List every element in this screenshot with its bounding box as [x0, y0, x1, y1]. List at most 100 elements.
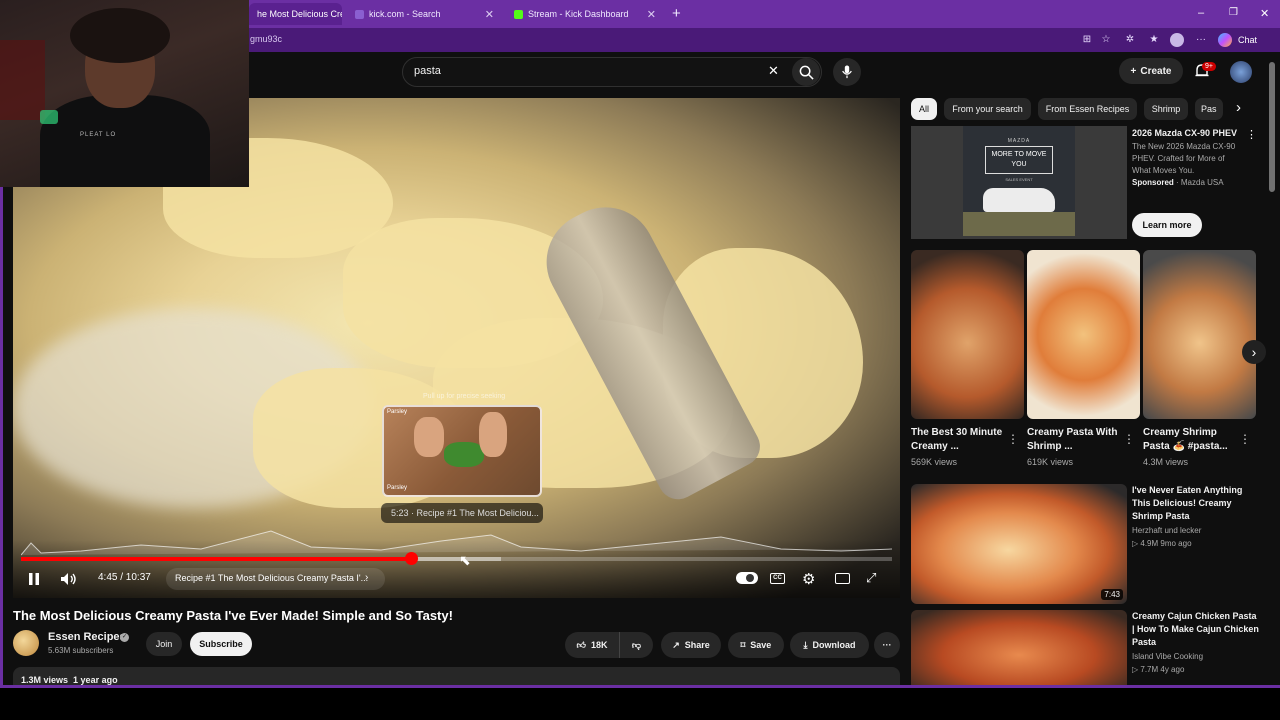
like-button[interactable]: 👍︎ 18K — [565, 632, 619, 658]
download-button[interactable]: ⤓ Download — [790, 632, 869, 658]
copilot-icon[interactable] — [1218, 33, 1232, 47]
ad-description: The New 2026 Mazda CX-90 PHEV. Crafted f… — [1132, 142, 1236, 175]
webcam-overlay: PLEAT LO — [0, 0, 249, 187]
view-count: 1.3M views — [21, 675, 69, 685]
apps-icon[interactable]: ⊞ — [1080, 33, 1094, 47]
create-button[interactable]: + Create — [1119, 58, 1183, 84]
short-menu-icon[interactable]: ⋮ — [1239, 432, 1251, 446]
clear-search-icon[interactable]: ✕ — [768, 63, 779, 79]
theater-mode-icon[interactable] — [835, 573, 850, 584]
chat-label[interactable]: Chat — [1238, 35, 1257, 45]
short-thumbnail[interactable] — [1027, 250, 1140, 419]
view-stats: 1.3M views 1 year ago — [21, 675, 118, 685]
bookmark-icon: ⌑ — [740, 639, 746, 650]
progress-played — [21, 557, 412, 561]
herbs — [444, 442, 484, 467]
preview-caption-top: Parsley — [387, 409, 408, 415]
recommendation-channel[interactable]: Herzhaft und lecker — [1132, 526, 1201, 535]
short-title[interactable]: Creamy Shrimp Pasta 🍝 #pasta... — [1143, 426, 1239, 454]
ad-brand: MAZDA — [1007, 138, 1031, 144]
save-button[interactable]: ⌑ Save — [728, 632, 784, 658]
tab-kick-search[interactable]: kick.com - Search ✕ — [347, 3, 502, 25]
search-button[interactable] — [792, 58, 820, 86]
mouse-cursor-icon: ⬉ — [459, 552, 471, 568]
recommendation-thumbnail[interactable] — [911, 610, 1127, 685]
microphone-icon — [842, 65, 852, 79]
more-menu-icon[interactable]: ··· — [1194, 33, 1208, 47]
shirt-text: PLEAT LO — [80, 132, 117, 138]
channel-avatar[interactable] — [13, 630, 39, 656]
chip-from-your-search[interactable]: From your search — [944, 98, 1031, 120]
tab-close-icon[interactable]: ✕ — [647, 8, 656, 21]
short-thumbnail[interactable] — [1143, 250, 1256, 419]
short-menu-icon[interactable]: ⋮ — [1007, 432, 1019, 446]
pause-button[interactable] — [28, 571, 40, 587]
seek-preview-time: 5:23 · Recipe #1 The Most Deliciou... — [381, 503, 543, 523]
more-horizontal-icon: ··· — [882, 640, 892, 650]
chip-shrimp[interactable]: Shrimp — [1144, 98, 1188, 120]
restore-icon[interactable]: ❐ — [1229, 7, 1238, 18]
new-tab-icon[interactable]: + — [672, 5, 681, 22]
download-label: Download — [812, 640, 856, 650]
notification-badge: 9+ — [1202, 62, 1216, 71]
tab-label: he Most Delicious Cre — [257, 9, 342, 19]
sponsored-label: Sponsored — [1132, 178, 1174, 187]
shorts-next-icon[interactable]: › — [1242, 340, 1266, 364]
settings-gear-icon[interactable]: ⚙ — [802, 570, 815, 588]
tab-kick-dashboard[interactable]: Stream - Kick Dashboard ✕ — [506, 3, 664, 25]
subscriber-count: 5.63M subscribers — [48, 646, 114, 655]
ad-subline: SALES EVENT — [1005, 177, 1033, 182]
seek-hint: Pull up for precise seeking — [423, 393, 506, 400]
ad-headline: MORE TO MOVE YOU — [985, 146, 1053, 174]
scrollbar-thumb[interactable] — [1269, 62, 1275, 192]
recommendation-thumbnail[interactable]: 7:43 — [911, 484, 1127, 604]
join-button[interactable]: Join — [146, 632, 182, 656]
favorite-star-icon[interactable]: ☆ — [1099, 33, 1113, 47]
extensions-icon[interactable]: ✲ — [1123, 33, 1137, 47]
chapter-title: Recipe #1 The Most Delicious Creamy Past… — [175, 573, 369, 583]
voice-search-button[interactable] — [833, 58, 861, 86]
search-input[interactable]: pasta — [414, 65, 441, 77]
share-button[interactable]: ↗ Share — [661, 632, 721, 658]
window-close-icon[interactable]: ✕ — [1260, 7, 1269, 20]
chevron-right-icon: › — [365, 572, 369, 583]
short-title[interactable]: The Best 30 Minute Creamy ... — [911, 426, 1007, 454]
autoplay-toggle[interactable] — [736, 572, 758, 584]
favorites-icon[interactable]: ★ — [1147, 33, 1161, 47]
url-text[interactable]: gmu93c — [250, 34, 282, 44]
recommendation-title[interactable]: Creamy Cajun Chicken Pasta | How To Make… — [1132, 610, 1260, 649]
search-box[interactable] — [402, 57, 822, 87]
ad-menu-icon[interactable]: ⋮ — [1246, 128, 1257, 141]
channel-name[interactable]: Essen Recipes — [48, 631, 126, 643]
create-label: Create — [1140, 65, 1172, 77]
chip-all[interactable]: All — [911, 98, 937, 120]
time-display: 4:45 / 10:37 — [98, 572, 151, 583]
background-light — [0, 40, 45, 120]
recommendation-meta: ▷ 4.9M 9mo ago — [1132, 539, 1192, 548]
description-box[interactable] — [13, 667, 900, 687]
recommendation-meta: ▷ 7.7M 4y ago — [1132, 665, 1185, 674]
volume-button[interactable] — [60, 571, 77, 587]
subscribe-button[interactable]: Subscribe — [190, 632, 252, 656]
chips-next-icon[interactable]: › — [1236, 99, 1241, 116]
account-avatar[interactable] — [1230, 61, 1252, 83]
chip-from-essen-recipes[interactable]: From Essen Recipes — [1038, 98, 1137, 120]
recommendation-title[interactable]: I've Never Eaten Anything This Delicious… — [1132, 484, 1260, 523]
dislike-button[interactable]: 👎︎ — [619, 632, 653, 658]
tab-youtube[interactable]: he Most Delicious Cre ✕ — [249, 3, 342, 25]
fullscreen-icon[interactable]: ⤢ — [866, 570, 876, 586]
recommendation-channel[interactable]: Island Vibe Cooking — [1132, 652, 1203, 661]
tab-close-icon[interactable]: ✕ — [485, 8, 494, 21]
profile-avatar[interactable] — [1170, 33, 1184, 47]
short-title[interactable]: Creamy Pasta With Shrimp ... — [1027, 426, 1123, 454]
short-thumbnail[interactable] — [911, 250, 1024, 419]
more-actions-button[interactable]: ··· — [874, 632, 900, 658]
ad-title[interactable]: 2026 Mazda CX-90 PHEV — [1132, 128, 1237, 138]
thumbs-down-icon: 👎︎ — [631, 639, 642, 650]
captions-icon[interactable]: CC — [770, 573, 785, 584]
minimize-icon[interactable]: – — [1198, 7, 1204, 19]
learn-more-button[interactable]: Learn more — [1132, 213, 1202, 237]
chip-pasta[interactable]: Pas — [1195, 98, 1223, 120]
preview-caption-bottom: Parsley — [387, 485, 408, 491]
short-menu-icon[interactable]: ⋮ — [1123, 432, 1135, 446]
